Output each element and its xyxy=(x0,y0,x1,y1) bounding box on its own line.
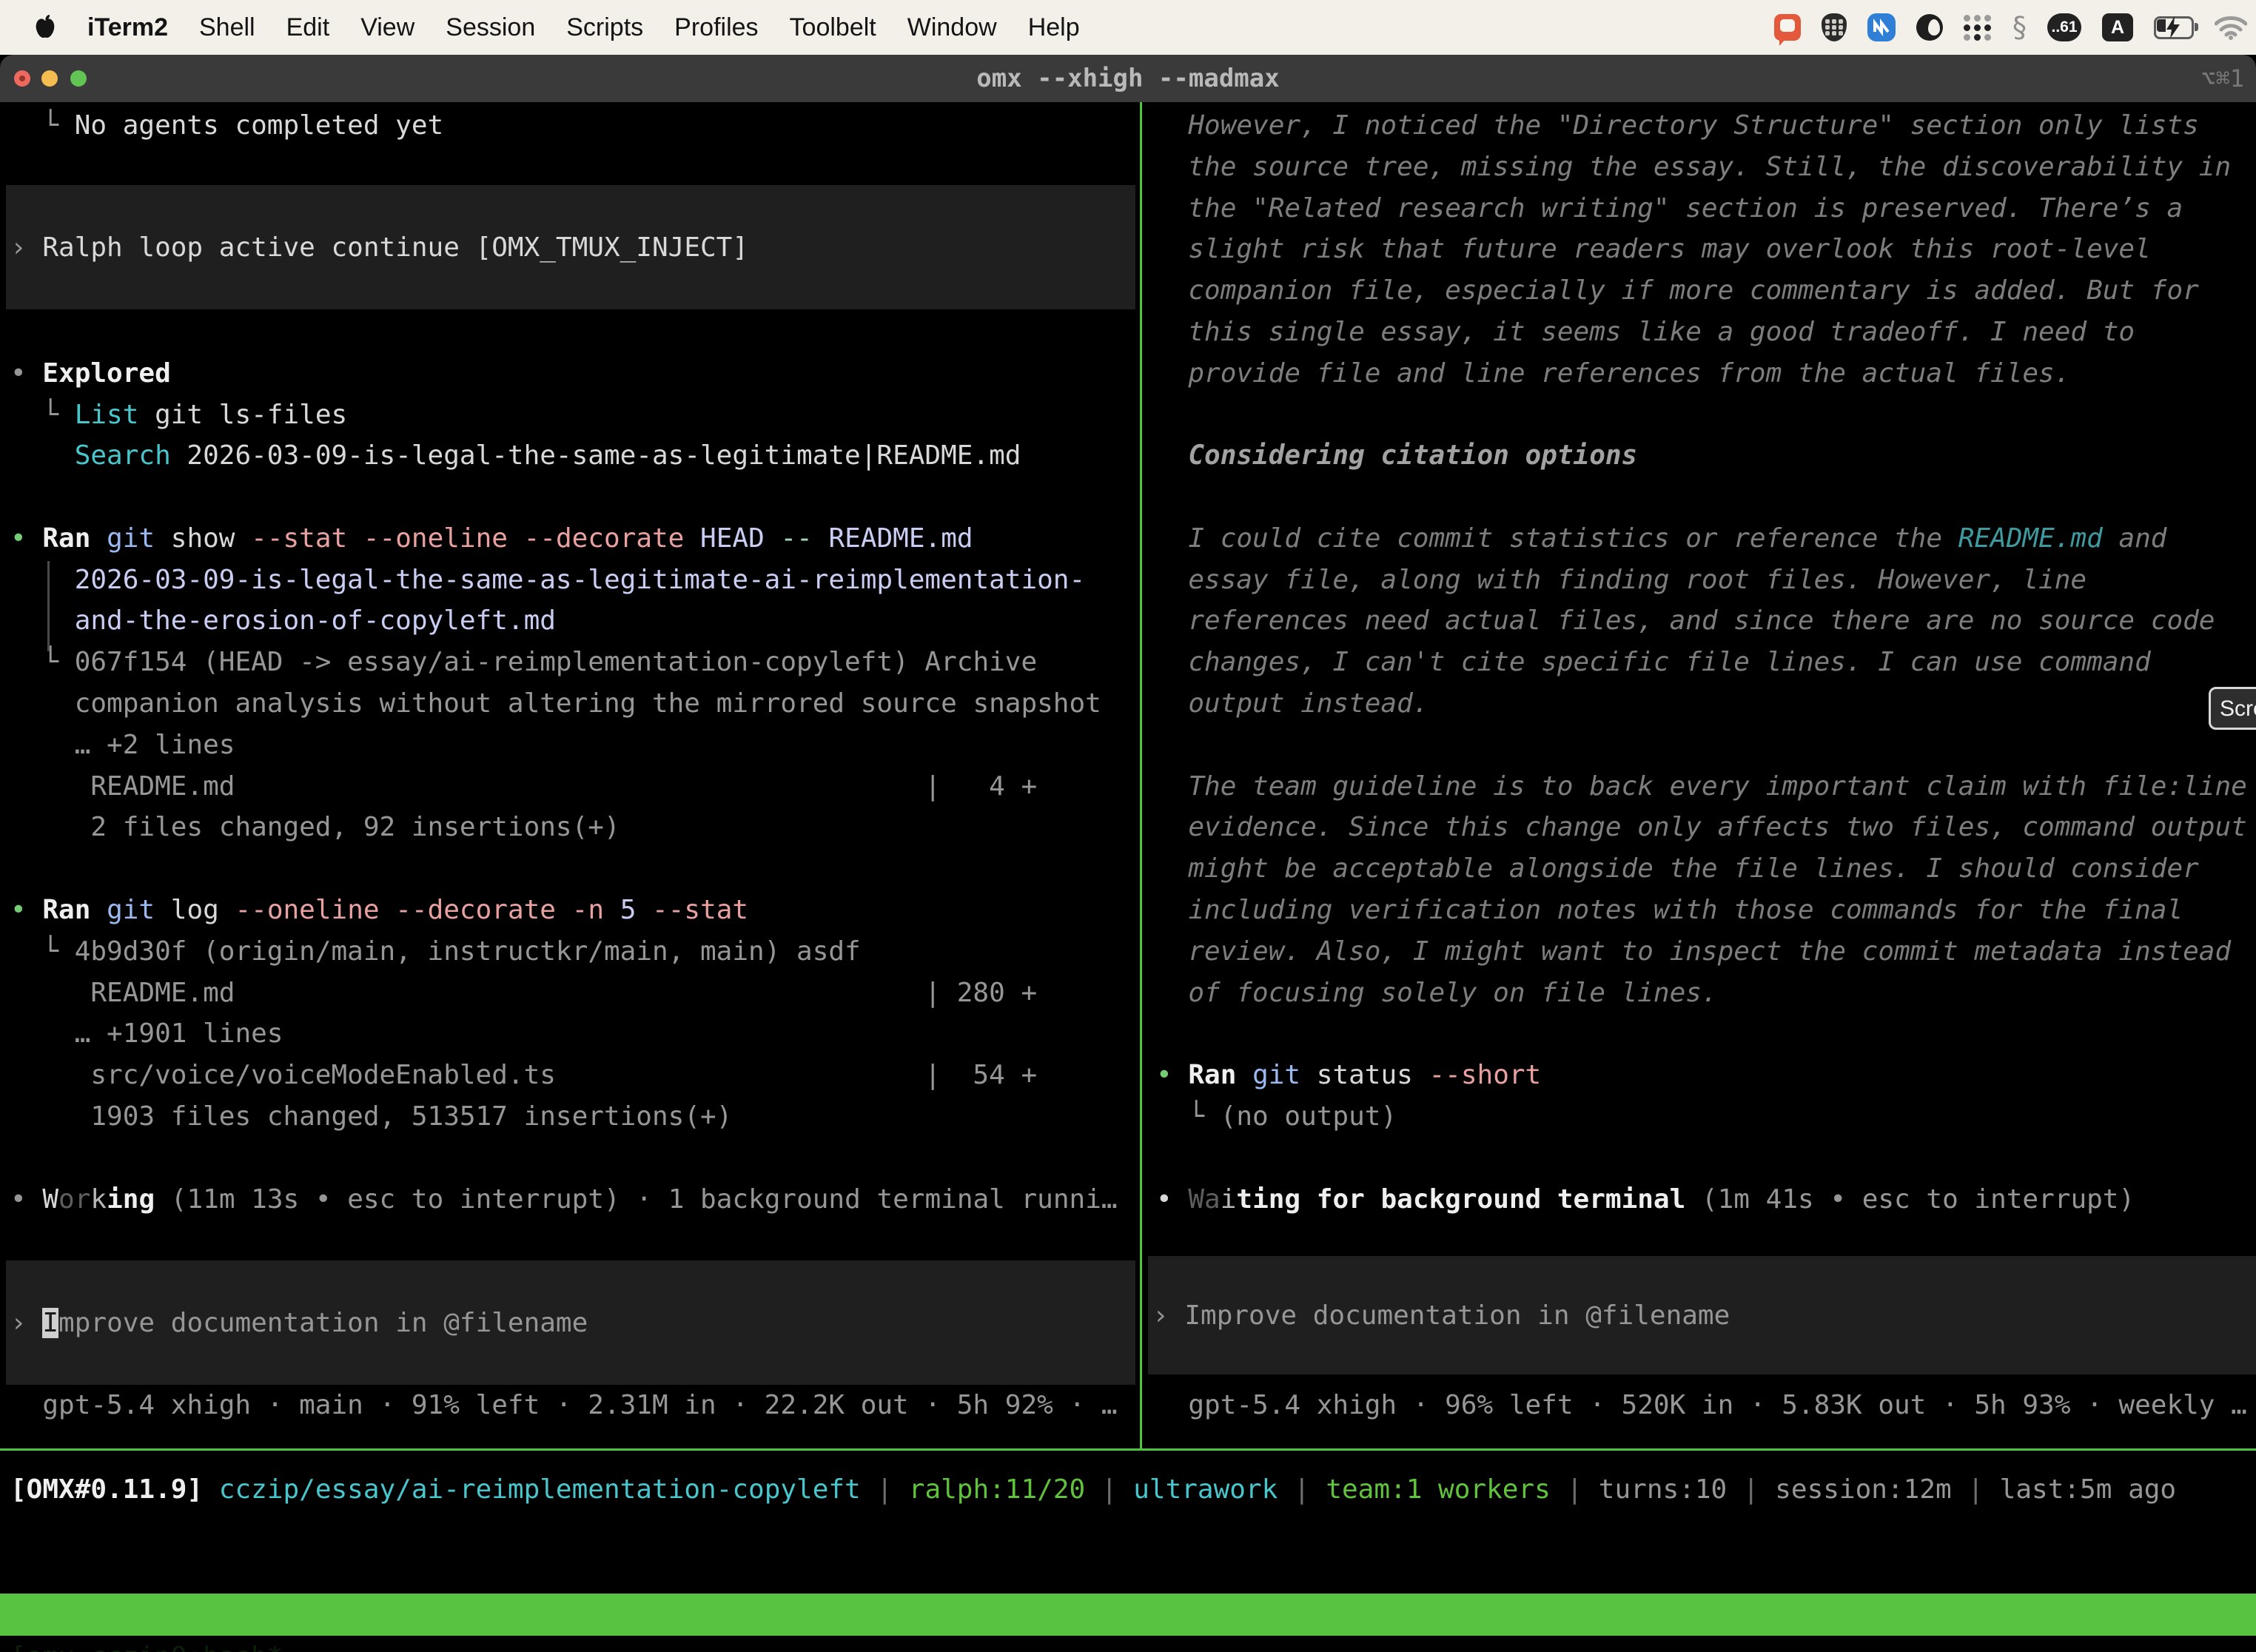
terminal-line: slight risk that future readers may over… xyxy=(1156,229,2151,270)
terminal-line: provide file and line references from th… xyxy=(1156,353,2070,394)
terminal-line: └ 067f154 (HEAD -> essay/ai-reimplementa… xyxy=(10,642,1037,683)
input-source-icon[interactable]: A xyxy=(2102,13,2133,41)
terminal-line: gpt-5.4 xhigh · main · 91% left · 2.31M … xyxy=(10,1385,1118,1426)
terminal-line: evidence. Since this change only affects… xyxy=(1156,807,2247,848)
right-prompt-input[interactable]: › Improve documentation in @filename xyxy=(1148,1256,2256,1374)
terminal-line: Search 2026-03-09-is-legal-the-same-as-l… xyxy=(10,435,1021,477)
terminal-line: • Working (11m 13s • esc to interrupt) ·… xyxy=(10,1179,1118,1220)
terminal-line: The team guideline is to back every impo… xyxy=(1156,766,2247,807)
left-prompt-input[interactable]: › Improve documentation in @filename xyxy=(6,1260,1135,1385)
omx-status-line: [OMX#0.11.9] cczip/essay/ai-reimplementa… xyxy=(10,1469,2176,1511)
menu-item-iterm2[interactable]: iTerm2 xyxy=(87,13,168,42)
terminal-line: essay file, along with finding root file… xyxy=(1156,560,2087,601)
battery-icon[interactable] xyxy=(2154,16,2194,39)
terminal-line: Considering citation options xyxy=(1156,435,1637,477)
terminal-line: I could cite commit statistics or refere… xyxy=(1156,518,2166,560)
left-prompt-text: › Improve documentation in @filename xyxy=(6,1308,588,1338)
window-shortcut-badge: ⌥⌘1 xyxy=(2201,55,2244,102)
terminal-line: … +1901 lines xyxy=(10,1013,283,1055)
blue-badge-icon[interactable] xyxy=(1867,13,1896,41)
shield-keypad-icon[interactable] xyxy=(1822,13,1847,41)
ralph-inject-text: › Ralph loop active continue [OMX_TMUX_I… xyxy=(6,232,748,263)
menu-item-view[interactable]: View xyxy=(360,13,414,42)
terminal-line: including verification notes with those … xyxy=(1156,890,2183,931)
screen-tooltip: Scre xyxy=(2209,687,2256,730)
terminal-line: gpt-5.4 xhigh · 96% left · 520K in · 5.8… xyxy=(1156,1385,2247,1426)
squiggle-icon[interactable]: § xyxy=(2012,13,2027,41)
macos-menu-bar: iTerm2 Shell Edit View Session Scripts P… xyxy=(0,0,2256,55)
terminal-line: └ List git ls-files xyxy=(10,394,347,436)
terminal-line: the "Related research writing" section i… xyxy=(1156,188,2183,229)
menu-item-edit[interactable]: Edit xyxy=(286,13,330,42)
terminal-line: src/voice/voiceModeEnabled.ts | 54 + xyxy=(10,1055,1037,1096)
right-prompt-text: › Improve documentation in @filename xyxy=(1148,1300,1730,1331)
chat-app-icon[interactable] xyxy=(1774,14,1801,41)
moon-icon[interactable] xyxy=(1916,14,1943,41)
terminal-line: review. Also, I might want to inspect th… xyxy=(1156,931,2231,973)
window-title-bar[interactable]: omx --xhigh --madmax ⌥⌘1 xyxy=(0,55,2256,102)
menu-item-shell[interactable]: Shell xyxy=(199,13,255,42)
terminal-line: 2 files changed, 92 insertions(+) xyxy=(10,807,620,848)
terminal-line: companion file, especially if more comme… xyxy=(1156,270,2199,312)
terminal-line: companion analysis without altering the … xyxy=(10,683,1101,725)
terminal-line: • Explored xyxy=(10,353,171,394)
tree-connector-line xyxy=(47,561,50,651)
terminal-line: README.md | 4 + xyxy=(10,766,1037,807)
terminal-line: references need actual files, and since … xyxy=(1156,600,2215,642)
terminal-line: the source tree, missing the essay. Stil… xyxy=(1156,147,2231,188)
terminal-line: └ No agents completed yet xyxy=(10,105,443,147)
ralph-inject-banner: › Ralph loop active continue [OMX_TMUX_I… xyxy=(6,185,1135,309)
menu-item-help[interactable]: Help xyxy=(1028,13,1080,42)
terminal-line: └ 4b9d30f (origin/main, instructkr/main,… xyxy=(10,931,861,973)
window-title: omx --xhigh --madmax xyxy=(0,55,2256,102)
dots-grid-icon[interactable] xyxy=(1964,15,1992,41)
terminal-line: 2026-03-09-is-legal-the-same-as-legitima… xyxy=(10,560,1085,601)
terminal-line: and-the-erosion-of-copyleft.md xyxy=(10,600,556,642)
pane-bottom-border xyxy=(0,1448,2256,1451)
wifi-icon[interactable] xyxy=(2215,15,2247,40)
menu-item-profiles[interactable]: Profiles xyxy=(674,13,758,42)
battery-61-badge-icon[interactable]: ..61 xyxy=(2047,13,2081,41)
terminal-line: output instead. xyxy=(1156,683,1429,725)
menu-item-window[interactable]: Window xyxy=(907,13,997,42)
terminal-line: • Ran git status --short xyxy=(1156,1055,1541,1096)
terminal-line: might be acceptable alongside the file l… xyxy=(1156,848,2199,890)
tmux-session-label: [omx-cczip0:bash* xyxy=(10,1636,283,1652)
tmux-status-bar: [omx-cczip0:bash* "MacBook-Pro-44.local"… xyxy=(0,1594,2256,1636)
terminal-line: README.md | 280 + xyxy=(10,973,1037,1014)
apple-menu-icon[interactable] xyxy=(34,14,56,41)
terminal-line: of focusing solely on file lines. xyxy=(1156,973,1718,1014)
terminal-line: changes, I can't cite specific file line… xyxy=(1156,642,2151,683)
pane-divider[interactable] xyxy=(1140,102,1142,1450)
terminal-line: • Ran git show --stat --oneline --decora… xyxy=(10,518,973,560)
terminal-line: this single essay, it seems like a good … xyxy=(1156,312,2135,353)
terminal-line: 1903 files changed, 513517 insertions(+) xyxy=(10,1096,732,1138)
menu-item-scripts[interactable]: Scripts xyxy=(566,13,643,42)
menu-item-session[interactable]: Session xyxy=(446,13,535,42)
terminal-line: • Ran git log --oneline --decorate -n 5 … xyxy=(10,890,748,931)
terminal-line: … +2 lines xyxy=(10,725,235,766)
terminal-line: However, I noticed the "Directory Struct… xyxy=(1156,105,2199,147)
menu-item-toolbelt[interactable]: Toolbelt xyxy=(790,13,876,42)
terminal-line: • Waiting for background terminal (1m 41… xyxy=(1156,1179,2135,1220)
terminal-line: └ (no output) xyxy=(1156,1096,1397,1138)
